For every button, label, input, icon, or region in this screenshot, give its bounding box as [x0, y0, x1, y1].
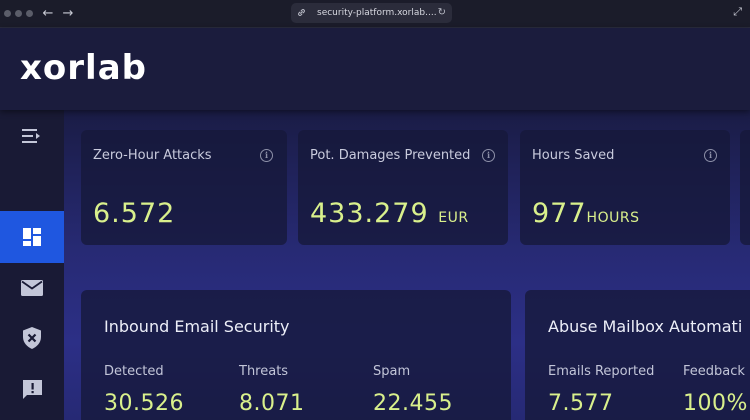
metric-value-feedback[interactable]: 100% — [683, 391, 748, 416]
metric-label-threats: Threats — [239, 364, 289, 379]
stat-card-hours-saved[interactable]: Hours Saved i 977HOURS — [520, 130, 730, 245]
panel-title: Inbound Email Security — [104, 317, 290, 336]
metric-label-emails-reported: Emails Reported — [548, 364, 655, 379]
xorlab-logo[interactable]: xorlab — [20, 48, 147, 88]
metric-label-spam: Spam — [373, 364, 411, 379]
metric-label-detected: Detected — [104, 364, 164, 379]
panel-title: Abuse Mailbox Automati — [548, 317, 743, 336]
sidebar-collapse-button[interactable] — [0, 110, 64, 162]
app-header: xorlab — [0, 28, 750, 110]
stat-value: 6.572 — [93, 198, 176, 229]
browser-toolbar: ← → security-platform.xorlab.... ↻ ⤢ — [0, 0, 750, 28]
info-icon[interactable]: i — [260, 149, 273, 162]
info-icon[interactable]: i — [482, 149, 495, 162]
stat-card-damages-prevented[interactable]: Pot. Damages Prevented i 433.279 EUR — [298, 130, 508, 245]
link-icon — [297, 3, 306, 25]
stat-title: Hours Saved — [532, 148, 615, 163]
sidebar-item-email[interactable] — [0, 262, 64, 314]
forward-icon[interactable]: → — [59, 5, 77, 23]
metric-value-threats[interactable]: 8.071 — [239, 391, 304, 416]
stat-value: 433.279 EUR — [310, 198, 469, 229]
info-icon[interactable]: i — [704, 149, 717, 162]
inbound-email-security-panel: Inbound Email Security Detected 30.526 T… — [81, 290, 511, 420]
menu-collapse-icon — [21, 127, 43, 145]
mail-icon — [21, 280, 43, 296]
stat-title: Pot. Damages Prevented — [310, 148, 471, 163]
window-dot[interactable] — [4, 10, 11, 17]
sidebar-item-feedback[interactable] — [0, 363, 64, 415]
stat-value: 977HOURS — [532, 198, 640, 229]
window-dot[interactable] — [15, 10, 22, 17]
expand-icon[interactable]: ⤢ — [733, 5, 742, 19]
reload-icon[interactable]: ↻ — [438, 3, 446, 23]
sidebar-item-security[interactable] — [0, 312, 64, 364]
abuse-mailbox-panel: Abuse Mailbox Automati Emails Reported 7… — [525, 290, 750, 420]
sidebar — [0, 110, 64, 420]
back-icon[interactable]: ← — [39, 5, 57, 23]
stat-card-zero-hour-attacks[interactable]: Zero-Hour Attacks i 6.572 — [81, 130, 287, 245]
metric-value-emails-reported[interactable]: 7.577 — [548, 391, 613, 416]
alert-message-icon — [22, 379, 43, 400]
address-bar[interactable]: security-platform.xorlab.... ↻ — [291, 3, 452, 23]
stat-title: Zero-Hour Attacks — [93, 148, 212, 163]
metric-value-detected[interactable]: 30.526 — [104, 391, 184, 416]
shield-x-icon — [22, 327, 42, 349]
metric-label-feedback: Feedback — [683, 364, 745, 379]
dashboard-icon — [22, 227, 42, 247]
address-url: security-platform.xorlab.... — [317, 8, 437, 18]
dashboard-main: Zero-Hour Attacks i 6.572 Pot. Damages P… — [64, 110, 750, 420]
sidebar-item-dashboard[interactable] — [0, 211, 64, 263]
stat-card-partial[interactable] — [740, 130, 750, 245]
window-dot[interactable] — [26, 10, 33, 17]
metric-value-spam[interactable]: 22.455 — [373, 391, 453, 416]
